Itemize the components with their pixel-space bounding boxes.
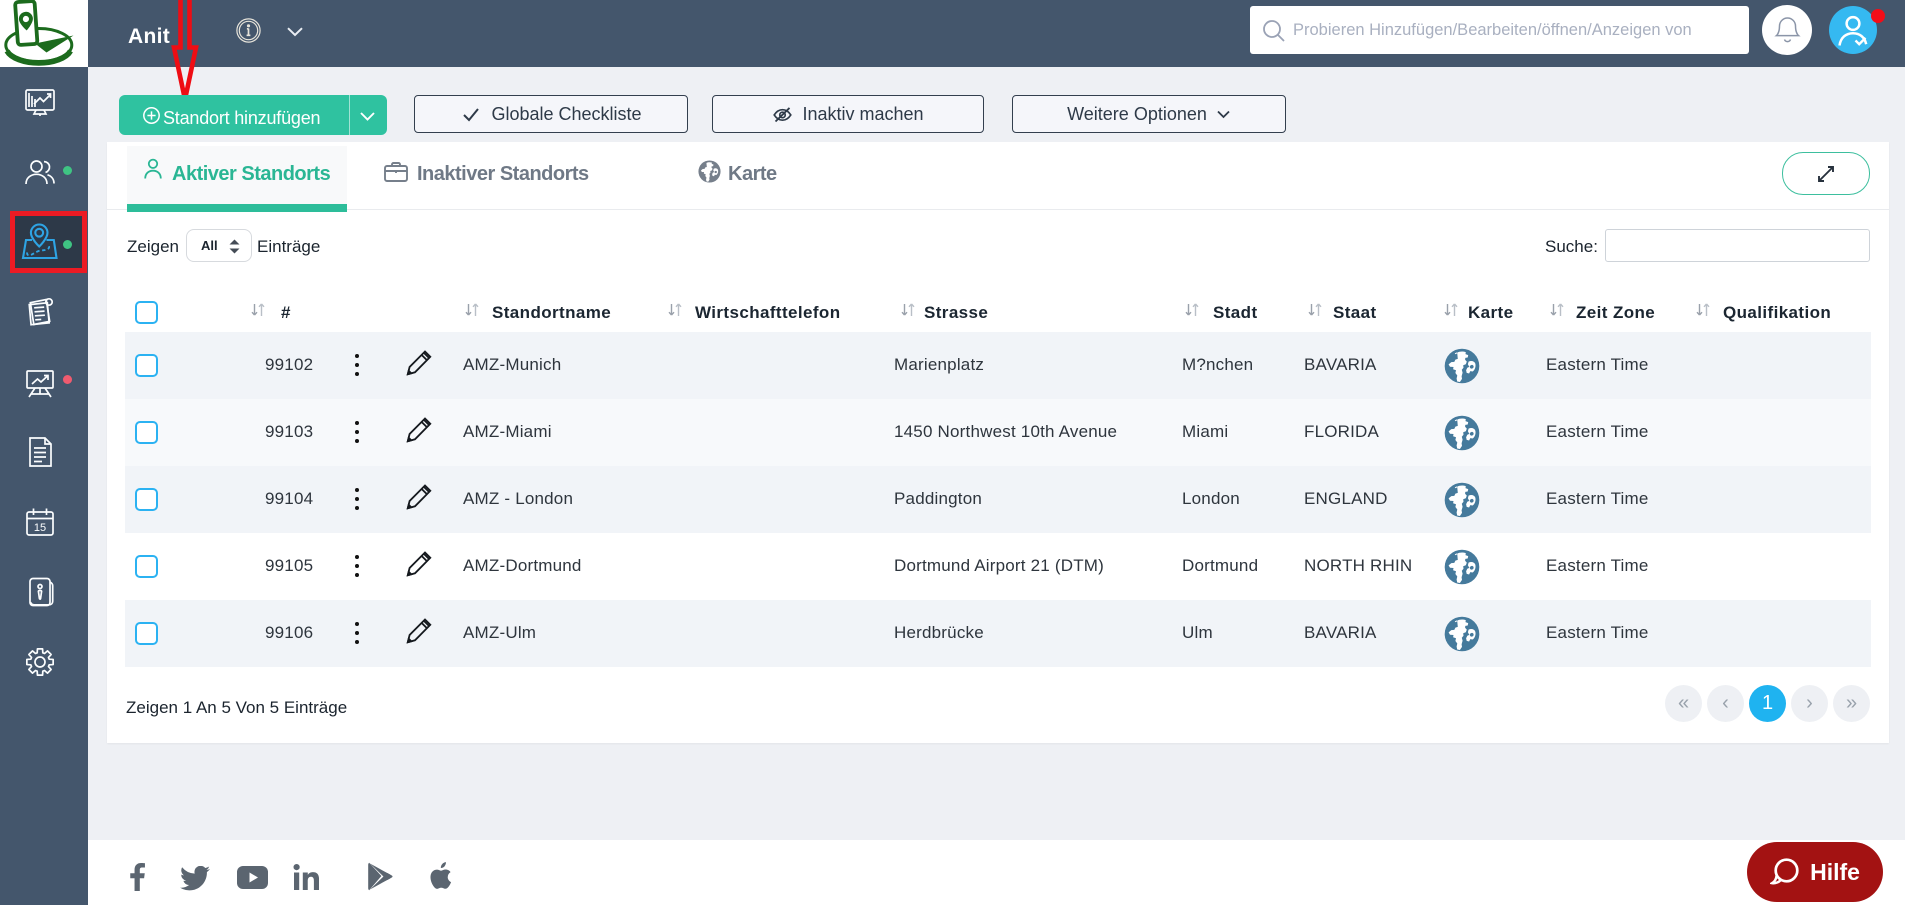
svg-text:15: 15 (34, 522, 46, 534)
